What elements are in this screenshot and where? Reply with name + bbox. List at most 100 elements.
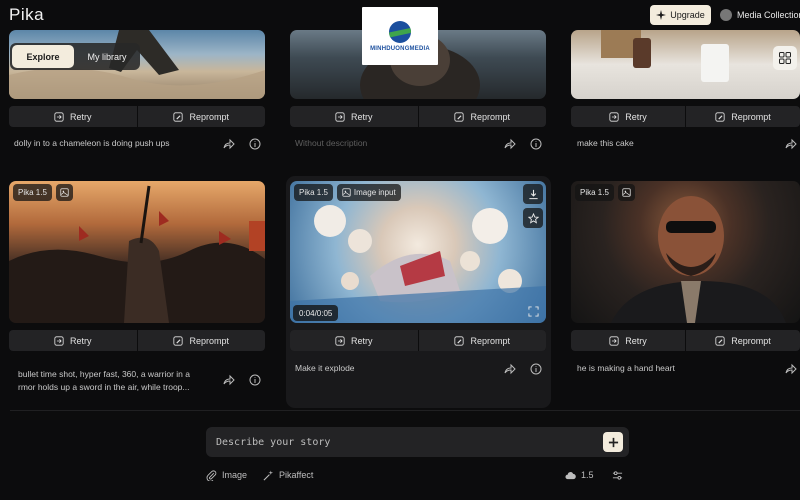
- download-button[interactable]: [523, 184, 543, 204]
- card-actions: Retry Reprompt: [9, 330, 265, 351]
- card-actions: Retry Reprompt: [9, 106, 265, 127]
- image-upload-button[interactable]: Image: [206, 468, 247, 482]
- retry-button[interactable]: Retry: [9, 106, 137, 127]
- star-icon: [527, 212, 539, 224]
- image-label: Image: [222, 470, 248, 480]
- media-collection-button[interactable]: Media Collection: [720, 5, 800, 25]
- card-actions: Retry Reprompt: [290, 106, 546, 127]
- retry-button[interactable]: Retry: [290, 106, 418, 127]
- grid-view-button[interactable]: [773, 46, 797, 70]
- reprompt-button[interactable]: Reprompt: [418, 106, 546, 127]
- share-button[interactable]: [222, 373, 236, 387]
- info-button[interactable]: [248, 373, 262, 387]
- retry-label: Retry: [69, 335, 92, 346]
- settings-button[interactable]: [612, 468, 623, 482]
- pikaffect-label: Pikaffect: [279, 470, 314, 480]
- magic-wand-icon: [263, 469, 274, 480]
- info-button[interactable]: [529, 362, 543, 376]
- divider: [10, 410, 800, 411]
- fullscreen-button[interactable]: [523, 301, 543, 321]
- share-button[interactable]: [222, 137, 236, 151]
- model-tag: Pika 1.5: [13, 184, 52, 201]
- video-player-explode[interactable]: Pika 1.5 Image input: [290, 181, 546, 323]
- reprompt-button[interactable]: Reprompt: [137, 330, 265, 351]
- upgrade-button[interactable]: Upgrade: [650, 5, 711, 25]
- share-button[interactable]: [503, 362, 517, 376]
- plus-icon: [608, 437, 618, 447]
- share-icon: [223, 138, 235, 150]
- reprompt-button[interactable]: Reprompt: [137, 106, 265, 127]
- image-icon: [342, 188, 351, 197]
- share-button[interactable]: [503, 137, 517, 151]
- retry-label: Retry: [625, 111, 647, 122]
- info-icon: [249, 374, 261, 386]
- retry-button[interactable]: Retry: [571, 330, 685, 351]
- thumbnail-scene: [290, 205, 546, 323]
- explore-tab[interactable]: Explore: [12, 45, 74, 68]
- share-button[interactable]: [784, 137, 798, 151]
- reprompt-label: Reprompt: [470, 335, 510, 346]
- avatar: [720, 9, 732, 21]
- card-caption: he is making a hand heart: [577, 363, 675, 373]
- model-version-selector[interactable]: 1.5: [565, 468, 594, 482]
- video-thumbnail-cake[interactable]: [571, 30, 800, 99]
- retry-label: Retry: [350, 335, 373, 346]
- media-collection-label: Media Collection: [737, 10, 800, 20]
- reprompt-button[interactable]: Reprompt: [418, 330, 546, 351]
- card-caption-line: rmor holds up a sword in the air, while …: [18, 382, 190, 392]
- card-actions: Retry Reprompt: [571, 106, 800, 127]
- paperclip-icon: [206, 469, 217, 481]
- image-tag: [55, 184, 73, 201]
- cloud-icon: [565, 471, 576, 479]
- retry-label: Retry: [69, 111, 92, 122]
- retry-button[interactable]: Retry: [9, 330, 137, 351]
- reprompt-button[interactable]: Reprompt: [686, 106, 800, 127]
- prompt-bar: [206, 427, 629, 457]
- info-button[interactable]: [248, 137, 262, 151]
- image-icon: [60, 188, 69, 197]
- video-thumbnail-man[interactable]: Pika 1.5: [571, 181, 800, 323]
- tag-group: Pika 1.5: [575, 184, 635, 201]
- image-icon: [622, 188, 631, 197]
- share-icon: [785, 363, 797, 375]
- generate-button[interactable]: [603, 432, 623, 452]
- reprompt-icon: [715, 335, 725, 346]
- reprompt-icon: [715, 111, 725, 122]
- tag-group: Pika 1.5: [13, 184, 73, 201]
- model-version-label: 1.5: [581, 470, 594, 480]
- reprompt-label: Reprompt: [731, 335, 771, 346]
- share-button[interactable]: [784, 362, 798, 376]
- reprompt-icon: [454, 111, 465, 122]
- reprompt-label: Reprompt: [470, 111, 510, 122]
- retry-icon: [54, 111, 64, 122]
- sliders-icon: [612, 470, 623, 480]
- reprompt-icon: [454, 335, 465, 346]
- card-actions: Retry Reprompt: [571, 330, 800, 351]
- story-prompt-input[interactable]: [216, 427, 596, 457]
- my-library-tab[interactable]: My library: [76, 45, 138, 68]
- watermark-globe-icon: [389, 20, 411, 43]
- retry-label: Retry: [625, 335, 647, 346]
- favorite-button[interactable]: [523, 208, 543, 228]
- reprompt-icon: [173, 111, 184, 122]
- image-input-tag: Image input: [336, 184, 401, 201]
- card-caption: make this cake: [577, 138, 634, 148]
- info-button[interactable]: [529, 137, 543, 151]
- upgrade-label: Upgrade: [670, 10, 705, 20]
- share-icon: [785, 138, 797, 150]
- card-caption: dolly in to a chameleon is doing push up…: [14, 138, 170, 148]
- video-thumbnail-warrior[interactable]: Pika 1.5: [9, 181, 265, 323]
- info-icon: [249, 138, 261, 150]
- card-caption: Make it explode: [295, 363, 355, 373]
- pikaffect-button[interactable]: Pikaffect: [263, 468, 313, 482]
- retry-button[interactable]: Retry: [290, 330, 418, 351]
- card-caption-line: bullet time shot, hyper fast, 360, a war…: [18, 369, 190, 379]
- reprompt-label: Reprompt: [731, 111, 771, 122]
- video-duration: 0:04/0:05: [293, 305, 339, 321]
- pika-logo[interactable]: Pika: [9, 5, 44, 25]
- retry-button[interactable]: Retry: [571, 106, 685, 127]
- grid-icon: [779, 52, 791, 64]
- reprompt-button[interactable]: Reprompt: [686, 330, 800, 351]
- card-actions: Retry Reprompt: [290, 330, 546, 351]
- model-tag: Pika 1.5: [575, 184, 614, 201]
